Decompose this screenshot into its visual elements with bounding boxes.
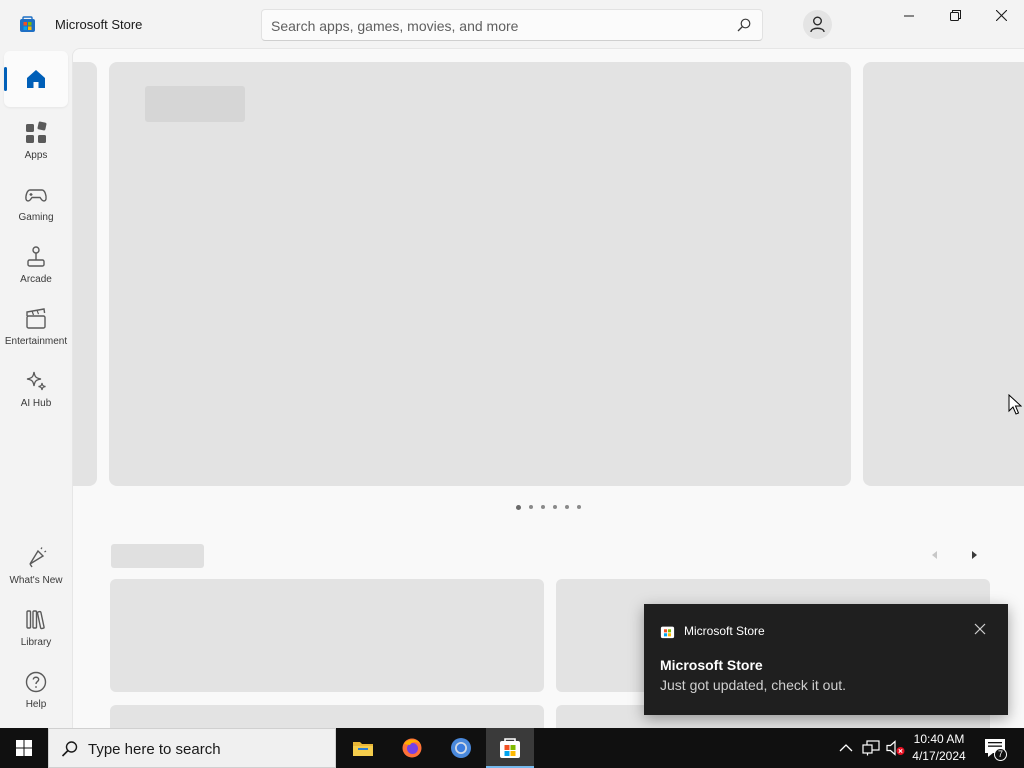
toast-body: Just got updated, check it out. [660, 677, 847, 693]
minimize-icon [904, 15, 914, 17]
carousel-dot[interactable] [553, 505, 557, 509]
file-explorer-icon [353, 742, 373, 756]
app-title: Microsoft Store [55, 17, 143, 32]
carousel-dot[interactable] [516, 505, 521, 510]
library-icon [26, 610, 45, 630]
taskbar-search-box[interactable]: Type here to search [48, 728, 336, 768]
sidebar-item-ai-hub[interactable]: AI Hub [4, 361, 68, 417]
start-button[interactable] [0, 728, 48, 768]
search-box[interactable] [261, 9, 763, 41]
hero-title-placeholder [145, 86, 245, 122]
carousel-dot[interactable] [565, 505, 569, 509]
sidebar-item-help[interactable]: Help [4, 662, 68, 718]
sidebar-item-whats-new[interactable]: What's New [4, 538, 68, 594]
clapperboard-icon [26, 308, 46, 329]
sidebar-item-label: Apps [24, 150, 48, 161]
taskbar-chrome[interactable] [437, 728, 485, 768]
sidebar: Apps Gaming Arcade Entertainment AI Hub … [0, 48, 72, 728]
sidebar-item-label: AI Hub [20, 398, 52, 409]
toast-app-name: Microsoft Store [684, 624, 765, 638]
sidebar-item-gaming[interactable]: Gaming [4, 175, 68, 231]
taskbar-firefox[interactable] [388, 728, 436, 768]
carousel-dot[interactable] [541, 505, 545, 509]
microsoft-store-icon [500, 738, 520, 758]
close-icon [996, 10, 1007, 21]
carousel-dot[interactable] [577, 505, 581, 509]
sidebar-item-entertainment[interactable]: Entertainment [4, 299, 68, 355]
sidebar-item-label: Arcade [20, 274, 52, 285]
account-avatar[interactable] [803, 10, 832, 39]
sidebar-item-label: Library [20, 637, 52, 648]
scroll-right-icon[interactable] [964, 545, 984, 565]
search-input[interactable] [271, 16, 721, 36]
help-icon [25, 671, 47, 693]
taskbar-microsoft-store[interactable] [486, 728, 534, 768]
mouse-cursor-icon [1008, 394, 1022, 415]
home-icon [27, 70, 45, 88]
sidebar-item-home[interactable] [4, 51, 68, 107]
sidebar-item-apps[interactable]: Apps [4, 113, 68, 169]
joystick-icon [27, 246, 45, 267]
windows-logo-icon [16, 740, 32, 756]
speaker-muted-icon[interactable] [886, 740, 906, 756]
restore-icon [950, 10, 961, 21]
close-icon[interactable] [972, 621, 988, 637]
scroll-left-icon[interactable] [925, 545, 945, 565]
taskbar-file-explorer[interactable] [339, 728, 387, 768]
search-icon [61, 741, 78, 757]
gamepad-icon [25, 189, 47, 202]
system-clock[interactable]: 10:40 AM 4/17/2024 [908, 731, 970, 765]
apps-icon [26, 121, 47, 143]
close-button[interactable] [978, 0, 1024, 32]
section-title-placeholder [111, 544, 204, 568]
title-bar: Microsoft Store [0, 0, 1024, 48]
restore-button[interactable] [932, 0, 978, 32]
toast-notification[interactable]: Microsoft Store Microsoft Store Just got… [644, 604, 1008, 715]
firefox-icon [402, 738, 422, 758]
sidebar-item-label: Help [25, 699, 47, 710]
minimize-button[interactable] [886, 0, 932, 32]
sidebar-item-label: Gaming [18, 212, 54, 223]
content-card[interactable] [110, 705, 544, 728]
chevron-up-icon[interactable] [838, 741, 854, 755]
chrome-icon [451, 738, 471, 758]
taskbar-search-placeholder: Type here to search [88, 741, 221, 758]
network-icon[interactable] [862, 740, 880, 756]
person-icon [810, 16, 825, 33]
action-center-button[interactable]: 7 [980, 728, 1010, 768]
clock-time: 10:40 AM [913, 732, 965, 746]
taskbar: Type here to search 10:40 AM 4/17/2024 7 [0, 728, 1024, 768]
hero-next-slide[interactable] [863, 62, 1024, 486]
sparkle-icon [26, 371, 46, 391]
toast-title: Microsoft Store [660, 657, 763, 673]
microsoft-store-logo-icon [660, 626, 675, 639]
content-card[interactable] [110, 579, 544, 692]
sidebar-item-library[interactable]: Library [4, 600, 68, 656]
microsoft-store-logo-icon [20, 16, 35, 32]
megaphone-icon [29, 547, 47, 568]
notification-count-badge: 7 [994, 748, 1007, 761]
active-indicator [4, 67, 7, 91]
sidebar-item-label: What's New [9, 575, 63, 586]
sidebar-item-arcade[interactable]: Arcade [4, 237, 68, 293]
hero-previous-slide[interactable] [73, 62, 97, 486]
carousel-dot[interactable] [529, 505, 533, 509]
hero-banner[interactable] [109, 62, 851, 486]
search-icon[interactable] [736, 17, 752, 33]
clock-date: 4/17/2024 [912, 749, 966, 763]
sidebar-item-label: Entertainment [4, 336, 68, 347]
